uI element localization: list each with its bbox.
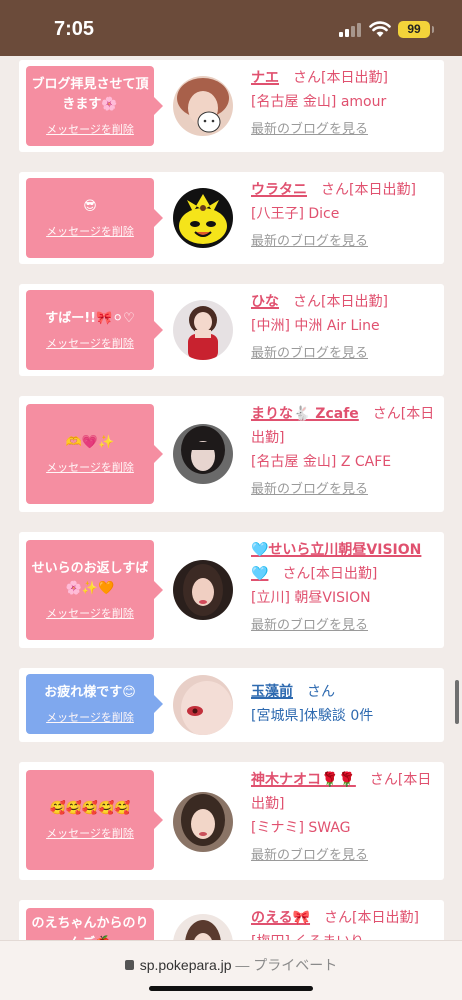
shop-info: [名古屋 金山] amour	[251, 94, 387, 110]
user-info: のえる🎀 さん[本日出勤] [梅田] くるまいり	[251, 906, 436, 940]
work-status: [本日出勤]	[310, 566, 378, 582]
bubble-message: すばー!!🎀⚪♡	[45, 311, 135, 326]
message-bubble: 🥰🥰🥰🥰🥰 メッセージを削除	[26, 770, 163, 870]
message-bubble: お疲れ様です😊 メッセージを削除	[26, 674, 163, 734]
user-name-link[interactable]: ナエ	[251, 70, 279, 86]
avatar[interactable]	[173, 792, 233, 852]
browser-url-bar[interactable]: sp.pokepara.jp — プライベート	[0, 940, 462, 1000]
message-card: 🥰🥰🥰🥰🥰 メッセージを削除 神木ナオコ🌹🌹 さん[本日出勤] [ミナミ] SW…	[19, 762, 444, 880]
shop-info: [梅田] くるまいり	[251, 930, 436, 940]
work-status: [本日出勤]	[352, 910, 419, 926]
avatar[interactable]	[173, 424, 233, 484]
message-card: 🫶💗✨ メッセージを削除 まりな🐇 Zcafe さん[本日出勤] [名古屋 金山…	[19, 396, 444, 512]
url-display[interactable]: sp.pokepara.jp — プライベート	[0, 955, 462, 975]
user-info: ナエ さん[本日出勤] [名古屋 金山] amour 最新のブログを見る	[251, 66, 436, 142]
message-bubble: 😎 メッセージを削除	[26, 178, 163, 258]
avatar[interactable]	[173, 560, 233, 620]
avatar[interactable]	[173, 188, 233, 248]
work-status: [本日出勤]	[321, 294, 388, 310]
battery-icon: 99	[398, 21, 434, 38]
delete-message-link[interactable]: メッセージを削除	[46, 121, 134, 137]
user-name-link[interactable]: まりな🐇 Zcafe	[251, 406, 359, 422]
message-card: ブログ拝見させて頂きます🌸 メッセージを削除 ナエ さん[本日出勤] [名古屋 …	[19, 60, 444, 152]
honorific: さん	[321, 182, 349, 198]
message-card: すばー!!🎀⚪♡ メッセージを削除 ひな さん[本日出勤] [中洲] 中洲 Ai…	[19, 284, 444, 376]
delete-message-link[interactable]: メッセージを削除	[46, 605, 134, 621]
user-info: 玉藻前 さん [宮城県]体験談 0件	[251, 680, 436, 728]
delete-message-link[interactable]: メッセージを削除	[46, 825, 134, 841]
privacy-label: — プライベート	[235, 957, 338, 973]
delete-message-link[interactable]: メッセージを削除	[46, 459, 134, 475]
home-indicator[interactable]	[149, 986, 313, 991]
honorific: さん	[372, 406, 401, 422]
bubble-message: せいらのお返しすば🌸✨🧡	[31, 561, 149, 596]
message-card: お疲れ様です😊 メッセージを削除 玉藻前 さん [宮城県]体験談 0件	[19, 668, 444, 742]
status-time: 7:05	[54, 18, 95, 40]
honorific: さん	[369, 772, 398, 788]
shop-info: [宮城県]体験談 0件	[251, 708, 374, 724]
bubble-message: 🥰🥰🥰🥰🥰	[49, 801, 131, 816]
shop-info: [ミナミ] SWAG	[251, 820, 351, 836]
user-name-link[interactable]: のえる🎀	[251, 910, 310, 926]
bubble-message: 😎	[83, 199, 97, 214]
message-list[interactable]: ブログ拝見させて頂きます🌸 メッセージを削除 ナエ さん[本日出勤] [名古屋 …	[0, 56, 462, 940]
lock-icon	[124, 960, 134, 970]
avatar[interactable]	[173, 76, 233, 136]
latest-blog-link[interactable]: 最新のブログを見る	[251, 614, 436, 638]
latest-blog-link[interactable]: 最新のブログを見る	[251, 478, 436, 502]
delete-message-link[interactable]: メッセージを削除	[46, 709, 134, 725]
shop-info: [八王子] Dice	[251, 206, 340, 222]
url-domain: sp.pokepara.jp	[139, 957, 232, 973]
honorific: さん	[282, 566, 311, 582]
message-bubble: 🫶💗✨ メッセージを削除	[26, 404, 163, 504]
latest-blog-link[interactable]: 最新のブログを見る	[251, 844, 436, 868]
honorific: さん	[307, 684, 335, 700]
shop-info: [中洲] 中洲 Air Line	[251, 318, 380, 334]
shop-info: [名古屋 金山] Z CAFE	[251, 454, 392, 470]
user-name-link[interactable]: 神木ナオコ🌹🌹	[251, 772, 356, 788]
avatar[interactable]	[173, 300, 233, 360]
bubble-message: ブログ拝見させて頂きます🌸	[31, 77, 149, 112]
message-card: 😎 メッセージを削除 ウラタニ さん[本日出勤] [八王子] Dice 最新のブ…	[19, 172, 444, 264]
message-bubble: のえちゃんからのりんご🍎	[26, 908, 154, 940]
user-info: 🩵せいら立川朝昼VISION🩵 さん[本日出勤] [立川] 朝昼VISION 最…	[251, 538, 436, 638]
work-status: [本日出勤]	[321, 70, 388, 86]
message-card: のえちゃんからのりんご🍎 のえる🎀 さん[本日出勤] [梅田] くるまいり	[19, 900, 444, 940]
bubble-message: のえちゃんからのりんご🍎	[31, 916, 149, 940]
delete-message-link[interactable]: メッセージを削除	[46, 223, 134, 239]
user-info: 神木ナオコ🌹🌹 さん[本日出勤] [ミナミ] SWAG 最新のブログを見る	[251, 768, 436, 868]
message-card: せいらのお返しすば🌸✨🧡 メッセージを削除 🩵せいら立川朝昼VISION🩵 さん…	[19, 532, 444, 648]
honorific: さん	[293, 294, 321, 310]
user-name-link[interactable]: ウラタニ	[251, 182, 307, 198]
latest-blog-link[interactable]: 最新のブログを見る	[251, 118, 436, 142]
status-bar: 7:05 99	[0, 0, 462, 56]
avatar[interactable]	[173, 675, 233, 735]
scrollbar[interactable]	[455, 680, 459, 724]
user-info: ひな さん[本日出勤] [中洲] 中洲 Air Line 最新のブログを見る	[251, 290, 436, 366]
wifi-icon	[369, 21, 391, 37]
avatar[interactable]	[173, 914, 233, 940]
honorific: さん	[293, 70, 321, 86]
user-name-link[interactable]: ひな	[251, 294, 279, 310]
message-bubble: せいらのお返しすば🌸✨🧡 メッセージを削除	[26, 540, 163, 640]
bubble-message: お疲れ様です😊	[44, 685, 136, 700]
shop-info: [立川] 朝昼VISION	[251, 590, 371, 606]
message-bubble: ブログ拝見させて頂きます🌸 メッセージを削除	[26, 66, 163, 146]
signal-icon	[339, 23, 363, 37]
honorific: さん	[324, 910, 353, 926]
work-status: [本日出勤]	[349, 182, 416, 198]
latest-blog-link[interactable]: 最新のブログを見る	[251, 230, 436, 254]
user-name-link[interactable]: 玉藻前	[251, 684, 293, 700]
message-bubble: すばー!!🎀⚪♡ メッセージを削除	[26, 290, 163, 370]
latest-blog-link[interactable]: 最新のブログを見る	[251, 342, 436, 366]
bubble-message: 🫶💗✨	[65, 435, 115, 450]
user-info: まりな🐇 Zcafe さん[本日出勤] [名古屋 金山] Z CAFE 最新のブ…	[251, 402, 436, 502]
delete-message-link[interactable]: メッセージを削除	[46, 335, 134, 351]
user-info: ウラタニ さん[本日出勤] [八王子] Dice 最新のブログを見る	[251, 178, 436, 254]
